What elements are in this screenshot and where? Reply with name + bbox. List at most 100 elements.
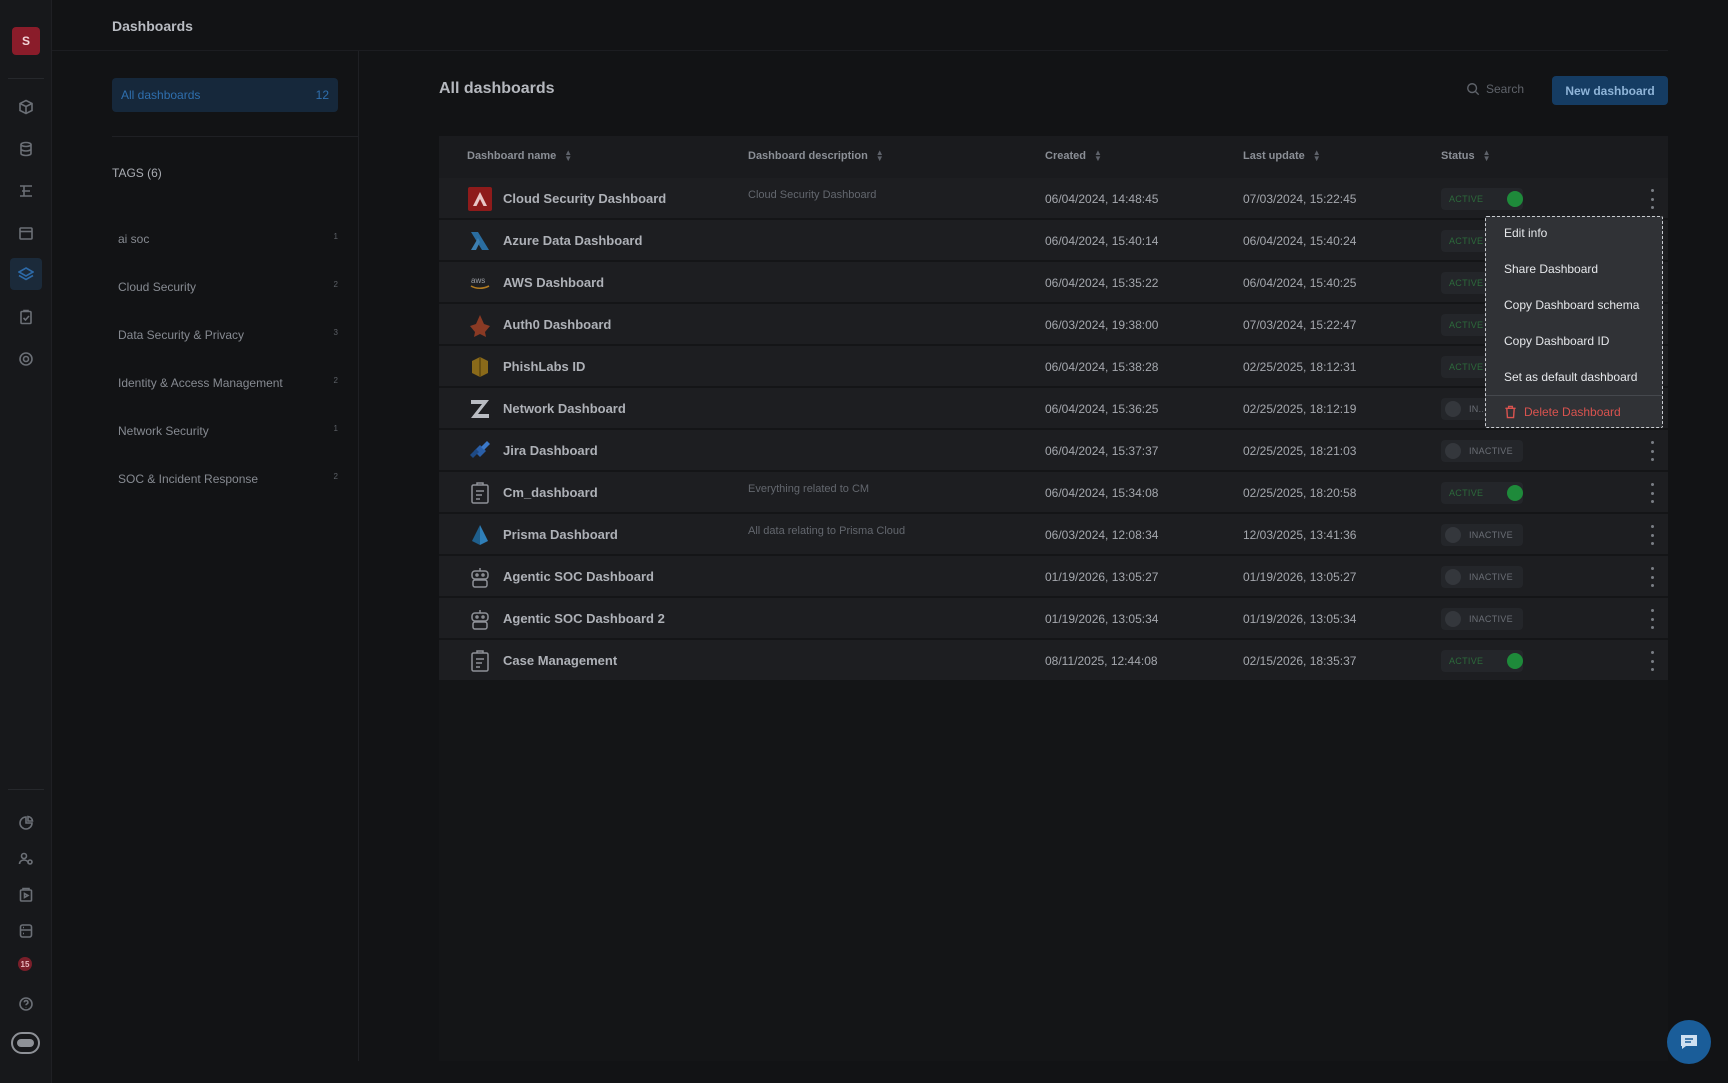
dashboard-name[interactable]: AWS Dashboard bbox=[503, 275, 604, 290]
created-date: 06/04/2024, 15:35:22 bbox=[1045, 276, 1159, 290]
more-options-icon[interactable] bbox=[1649, 189, 1655, 209]
assistant-avatar-icon[interactable] bbox=[11, 1032, 40, 1054]
table-row[interactable]: Auth0 Dashboard 06/03/2024, 19:38:00 07/03… bbox=[439, 304, 1668, 345]
dashboard-name[interactable]: Auth0 Dashboard bbox=[503, 317, 611, 332]
help-icon[interactable] bbox=[10, 988, 42, 1020]
more-options-icon[interactable] bbox=[1649, 483, 1655, 503]
created-date: 06/04/2024, 15:38:28 bbox=[1045, 360, 1159, 374]
new-dashboard-button[interactable]: New dashboard bbox=[1552, 76, 1668, 105]
column-header-description[interactable]: Dashboard description ▲ ▼ bbox=[748, 148, 884, 163]
calendar-icon[interactable] bbox=[10, 217, 42, 249]
status-toggle[interactable]: INACTIVE bbox=[1441, 608, 1523, 630]
playbook-icon[interactable] bbox=[10, 879, 42, 911]
notification-badge[interactable]: 15 bbox=[18, 957, 32, 971]
layers-icon[interactable] bbox=[10, 258, 42, 290]
table-row[interactable]: Case Management 08/11/2025, 12:44:08 02/15… bbox=[439, 640, 1668, 681]
dashboard-name[interactable]: PhishLabs ID bbox=[503, 359, 585, 374]
status-label: ACTIVE bbox=[1449, 362, 1484, 372]
clipboard-check-icon[interactable] bbox=[10, 301, 42, 333]
users-settings-icon[interactable] bbox=[10, 843, 42, 875]
column-header-created[interactable]: Created ▲ ▼ bbox=[1045, 149, 1102, 163]
column-label: Last update bbox=[1243, 150, 1305, 162]
sort-icon: ▲ ▼ bbox=[1482, 148, 1491, 163]
status-toggle[interactable]: ACTIVE bbox=[1441, 650, 1523, 672]
cube-icon[interactable] bbox=[10, 91, 42, 123]
menu-item-share-dashboard[interactable]: Share Dashboard bbox=[1504, 262, 1598, 276]
toggle-knob bbox=[1445, 401, 1461, 417]
status-label: ACTIVE bbox=[1449, 320, 1484, 330]
target-icon[interactable] bbox=[10, 343, 42, 375]
menu-item-copy-schema[interactable]: Copy Dashboard schema bbox=[1504, 298, 1639, 312]
more-options-icon[interactable] bbox=[1649, 567, 1655, 587]
table-row[interactable]: aws AWS Dashboard 06/04/2024, 15:35:22 06/0… bbox=[439, 262, 1668, 303]
aws-icon: aws bbox=[467, 270, 492, 295]
dashboard-name[interactable]: Cloud Security Dashboard bbox=[503, 191, 666, 206]
toggle-knob bbox=[1507, 653, 1523, 669]
menu-item-edit-info[interactable]: Edit info bbox=[1504, 226, 1547, 240]
table-row[interactable]: Agentic SOC Dashboard 2 01/19/2026, 13:05… bbox=[439, 598, 1668, 639]
status-label: ACTIVE bbox=[1449, 236, 1484, 246]
dashboard-context-menu: Edit info Share Dashboard Copy Dashboard… bbox=[1485, 216, 1663, 428]
more-options-icon[interactable] bbox=[1649, 609, 1655, 629]
tag-item[interactable]: Identity & Access Management 2 bbox=[118, 376, 338, 390]
menu-item-copy-id[interactable]: Copy Dashboard ID bbox=[1504, 334, 1609, 348]
created-date: 06/04/2024, 14:48:45 bbox=[1045, 192, 1159, 206]
table-row[interactable]: Azure Data Dashboard 06/04/2024, 15:40:14… bbox=[439, 220, 1668, 261]
search-box[interactable]: Search bbox=[1466, 82, 1524, 96]
more-options-icon[interactable] bbox=[1649, 441, 1655, 461]
tag-item[interactable]: SOC & Incident Response 2 bbox=[118, 472, 338, 486]
column-header-name[interactable]: Dashboard name ▲ ▼ bbox=[467, 149, 572, 163]
updated-date: 01/19/2026, 13:05:27 bbox=[1243, 570, 1357, 584]
table-row[interactable]: Agentic SOC Dashboard 01/19/2026, 13:05:2… bbox=[439, 556, 1668, 597]
status-toggle[interactable]: INACTIVE bbox=[1441, 524, 1523, 546]
more-options-icon[interactable] bbox=[1649, 651, 1655, 671]
status-toggle[interactable]: ACTIVE bbox=[1441, 482, 1523, 504]
dashboard-name[interactable]: Prisma Dashboard bbox=[503, 527, 618, 542]
zscaler-icon bbox=[467, 396, 492, 421]
tag-item[interactable]: ai soc 1 bbox=[118, 232, 338, 246]
search-input[interactable]: Search bbox=[1486, 82, 1524, 96]
status-toggle[interactable]: INACTIVE bbox=[1441, 566, 1523, 588]
tag-count: 2 bbox=[333, 376, 338, 385]
dashboard-name[interactable]: Agentic SOC Dashboard bbox=[503, 569, 654, 584]
pie-chart-icon[interactable] bbox=[10, 807, 42, 839]
updated-date: 07/03/2024, 15:22:45 bbox=[1243, 192, 1357, 206]
workspace-logo[interactable]: S bbox=[12, 27, 40, 55]
table-row[interactable]: PhishLabs ID 06/04/2024, 15:38:28 02/25/20… bbox=[439, 346, 1668, 387]
menu-item-set-default[interactable]: Set as default dashboard bbox=[1504, 370, 1637, 384]
tag-item[interactable]: Data Security & Privacy 3 bbox=[118, 328, 338, 342]
menu-item-delete-dashboard[interactable]: Delete Dashboard bbox=[1504, 405, 1621, 419]
clipboard-icon bbox=[467, 648, 492, 673]
server-icon[interactable] bbox=[10, 915, 42, 947]
status-toggle[interactable]: INACTIVE bbox=[1441, 440, 1523, 462]
column-header-last-update[interactable]: Last update ▲ ▼ bbox=[1243, 149, 1321, 163]
all-dashboards-filter[interactable]: All dashboards 12 bbox=[112, 78, 338, 112]
dashboard-name[interactable]: Jira Dashboard bbox=[503, 443, 598, 458]
database-icon[interactable] bbox=[10, 133, 42, 165]
table-row[interactable]: Cm_dashboard Everything related to CM 06/0… bbox=[439, 472, 1668, 513]
table-row[interactable]: Network Dashboard 06/04/2024, 15:36:25 02/… bbox=[439, 388, 1668, 429]
status-toggle[interactable]: ACTIVE bbox=[1441, 188, 1523, 210]
created-date: 01/19/2026, 13:05:27 bbox=[1045, 570, 1159, 584]
jira-icon bbox=[467, 438, 492, 463]
chat-bubble-icon[interactable] bbox=[1667, 1020, 1711, 1064]
table-row[interactable]: Jira Dashboard 06/04/2024, 15:37:37 02/25/… bbox=[439, 430, 1668, 471]
dashboard-name[interactable]: Azure Data Dashboard bbox=[503, 233, 642, 248]
toggle-knob bbox=[1507, 191, 1523, 207]
dashboard-name[interactable]: Cm_dashboard bbox=[503, 485, 598, 500]
tag-item[interactable]: Network Security 1 bbox=[118, 424, 338, 438]
tag-item[interactable]: Cloud Security 2 bbox=[118, 280, 338, 294]
filter-list-icon[interactable] bbox=[10, 175, 42, 207]
robot-icon bbox=[467, 606, 492, 631]
sort-icon: ▲ ▼ bbox=[875, 148, 884, 163]
column-header-status[interactable]: Status ▲ ▼ bbox=[1441, 148, 1491, 163]
table-row[interactable]: Cloud Security Dashboard Cloud Security D… bbox=[439, 178, 1668, 219]
more-options-icon[interactable] bbox=[1649, 525, 1655, 545]
dashboard-name[interactable]: Agentic SOC Dashboard 2 bbox=[503, 611, 665, 626]
search-icon bbox=[1467, 83, 1480, 96]
dashboard-name[interactable]: Network Dashboard bbox=[503, 401, 626, 416]
tag-label: Identity & Access Management bbox=[118, 376, 283, 390]
table-row[interactable]: Prisma Dashboard All data relating to Pri… bbox=[439, 514, 1668, 555]
dashboard-name[interactable]: Case Management bbox=[503, 653, 617, 668]
icon-rail: S 15 bbox=[0, 0, 52, 1083]
